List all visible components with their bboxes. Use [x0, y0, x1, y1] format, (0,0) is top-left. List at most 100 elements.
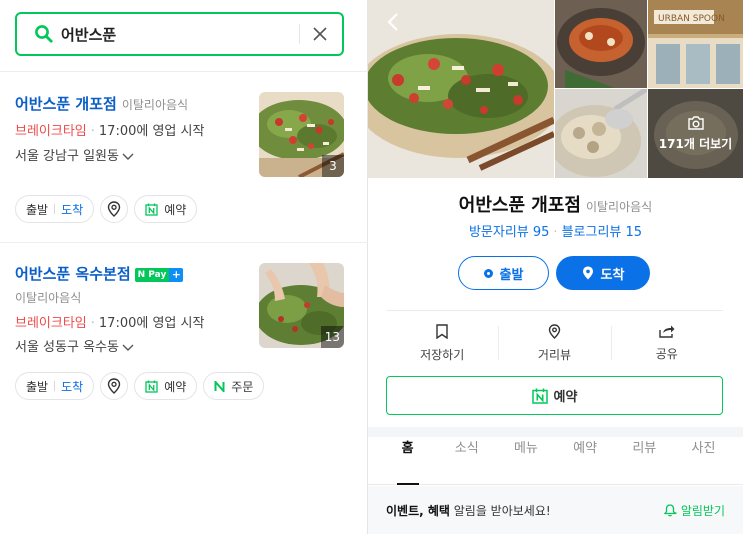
subscribe-alerts-button[interactable]: 알림받기 — [663, 502, 725, 519]
search-results-panel: 어반스푼 개포점 이탈리아음식 브레이크타임·17:00에 영업 시작 서울 강남… — [0, 0, 368, 534]
arrive-label[interactable]: 도착 — [61, 378, 83, 395]
share-icon — [659, 325, 675, 338]
distance-view-label: 거리뷰 — [537, 347, 572, 362]
clear-search-button[interactable] — [308, 22, 332, 46]
npay-plus-icon: + — [169, 267, 184, 282]
naver-booking-icon — [145, 380, 158, 393]
address-text: 서울 강남구 일원동 — [15, 149, 119, 164]
gallery-photo-3[interactable]: URBAN SPOON — [648, 0, 743, 88]
result-action-chips: 출발 도착 예약 주문 — [15, 372, 265, 400]
save-label: 저장하기 — [420, 347, 465, 362]
place-category: 이탈리아음식 — [585, 200, 653, 214]
result-name[interactable]: 어반스푼 옥수본점 — [15, 265, 131, 283]
order-label: 주문 — [231, 379, 254, 394]
origin-dot-icon — [483, 268, 493, 278]
depart-label[interactable]: 출발 — [26, 201, 48, 218]
result-item: 어반스푼 개포점 이탈리아음식 브레이크타임 · 17:00에 영업 시작 서울 강남… — [0, 72, 368, 242]
subscribe-label: 알림받기 — [680, 503, 725, 518]
result-title[interactable]: 어반스푼 옥수본점 N Pay + — [15, 263, 184, 284]
bookmark-icon — [436, 323, 448, 339]
result-action-chips: 출발 도착 예약 — [15, 195, 198, 223]
chevron-down-icon — [122, 153, 134, 160]
result-item: 어반스푼 옥수본점 N Pay + 이탈리아음식 브레이크타임 · 17:00에 영업 … — [0, 243, 368, 413]
result-hours: 17:00에 영업 시작 — [98, 316, 205, 331]
tab-news[interactable]: 소식 — [437, 437, 496, 484]
more-photos-overlay: 171개 더보기 — [648, 89, 743, 178]
tab-home[interactable]: 홈 — [378, 437, 437, 484]
search-input[interactable] — [61, 25, 281, 43]
distance-view-button[interactable]: 거리뷰 — [498, 318, 610, 368]
map-pin-icon — [107, 378, 121, 394]
depart-button-label: 출발 — [499, 267, 524, 283]
arrive-label[interactable]: 도착 — [61, 201, 83, 218]
tab-photos[interactable]: 사진 — [674, 437, 733, 484]
tab-reviews[interactable]: 리뷰 — [615, 437, 674, 484]
chip-divider — [54, 204, 56, 214]
reserve-button-label: 예약 — [553, 390, 578, 405]
result-title[interactable]: 어반스푼 개포점 이탈리아음식 — [15, 93, 188, 114]
review-links: 방문자리뷰 95 · 블로그리뷰 15 — [368, 221, 743, 240]
arrive-button[interactable]: 도착 — [556, 256, 650, 290]
visitor-reviews-link[interactable]: 방문자리뷰 95 — [469, 225, 549, 240]
photo-gallery: URBAN SPOON 171개 더보기 — [368, 0, 743, 178]
risotto-photo — [555, 89, 647, 178]
photo-count-badge: 3 — [322, 155, 344, 177]
address-text: 서울 성동구 옥수동 — [15, 340, 119, 355]
result-name[interactable]: 어반스푼 개포점 — [15, 95, 117, 113]
detail-tabs: 홈 소식 메뉴 예약 리뷰 사진 — [368, 437, 743, 485]
bell-plus-icon — [663, 504, 677, 517]
photo-count-badge: 13 — [320, 326, 344, 348]
map-pin-button[interactable] — [100, 372, 129, 400]
back-arrow-icon[interactable] — [382, 10, 406, 34]
place-title: 어반스푼 개포점 이탈리아음식 — [368, 191, 743, 217]
close-icon — [313, 27, 327, 41]
gallery-photo-main[interactable] — [368, 0, 554, 178]
notification-message: 알림을 받아보세요! — [449, 503, 551, 518]
result-thumbnail[interactable]: 13 — [259, 263, 344, 348]
result-status-line: 브레이크타임 · 17:00에 영업 시작 — [15, 312, 204, 331]
more-photos-label: 171개 더보기 — [658, 137, 733, 151]
depart-button[interactable]: 출발 — [458, 256, 549, 290]
order-chip[interactable]: 주문 — [203, 372, 265, 400]
search-icon — [35, 25, 53, 43]
divider — [386, 310, 723, 311]
place-name: 어반스푼 개포점 — [458, 195, 581, 216]
result-status: 브레이크타임 — [15, 316, 87, 331]
reserve-chip[interactable]: 예약 — [134, 195, 198, 223]
blog-reviews-link[interactable]: 블로그리뷰 15 — [562, 225, 642, 240]
arrive-button-label: 도착 — [600, 267, 625, 283]
gallery-photo-2[interactable] — [555, 0, 647, 88]
naver-order-icon — [214, 380, 225, 392]
map-pin-icon — [107, 201, 121, 217]
result-status-line: 브레이크타임 · 17:00에 영업 시작 — [15, 120, 204, 139]
tab-menu[interactable]: 메뉴 — [496, 437, 555, 484]
place-actions: 저장하기 거리뷰 공유 — [386, 318, 723, 368]
notification-banner: 이벤트, 혜택 알림을 받아보세요! 알림받기 — [368, 486, 743, 534]
more-photos-button[interactable]: 171개 더보기 — [648, 89, 743, 178]
reserve-label: 예약 — [164, 202, 187, 217]
dot-separator: · — [90, 316, 95, 331]
save-button[interactable]: 저장하기 — [386, 318, 498, 368]
reserve-label: 예약 — [164, 379, 187, 394]
gallery-photo-4[interactable] — [555, 89, 647, 178]
tab-reservation[interactable]: 예약 — [556, 437, 615, 484]
result-address[interactable]: 서울 강남구 일원동 — [15, 145, 134, 164]
result-address[interactable]: 서울 성동구 옥수동 — [15, 336, 134, 355]
result-category: 이탈리아음식 — [121, 98, 189, 112]
share-button[interactable]: 공유 — [610, 318, 723, 368]
notification-text: 이벤트, 혜택 알림을 받아보세요! — [386, 502, 551, 519]
depart-label[interactable]: 출발 — [26, 378, 48, 395]
section-separator — [368, 427, 743, 437]
chevron-down-icon — [122, 344, 134, 351]
reserve-chip[interactable]: 예약 — [134, 372, 198, 400]
search-box[interactable] — [15, 12, 344, 56]
naver-booking-icon — [145, 203, 158, 216]
map-pin-button[interactable] — [100, 195, 129, 223]
depart-arrive-chip[interactable]: 출발 도착 — [15, 195, 95, 223]
result-thumbnail[interactable]: 3 — [259, 92, 344, 177]
share-label: 공유 — [655, 347, 678, 361]
chip-divider — [54, 381, 56, 391]
reserve-button[interactable]: 예약 — [386, 376, 723, 415]
depart-arrive-chip[interactable]: 출발 도착 — [15, 372, 95, 400]
place-detail-panel: URBAN SPOON 171개 더보기 어반스푼 개포점 이탈리아음식 방문자… — [368, 0, 743, 534]
